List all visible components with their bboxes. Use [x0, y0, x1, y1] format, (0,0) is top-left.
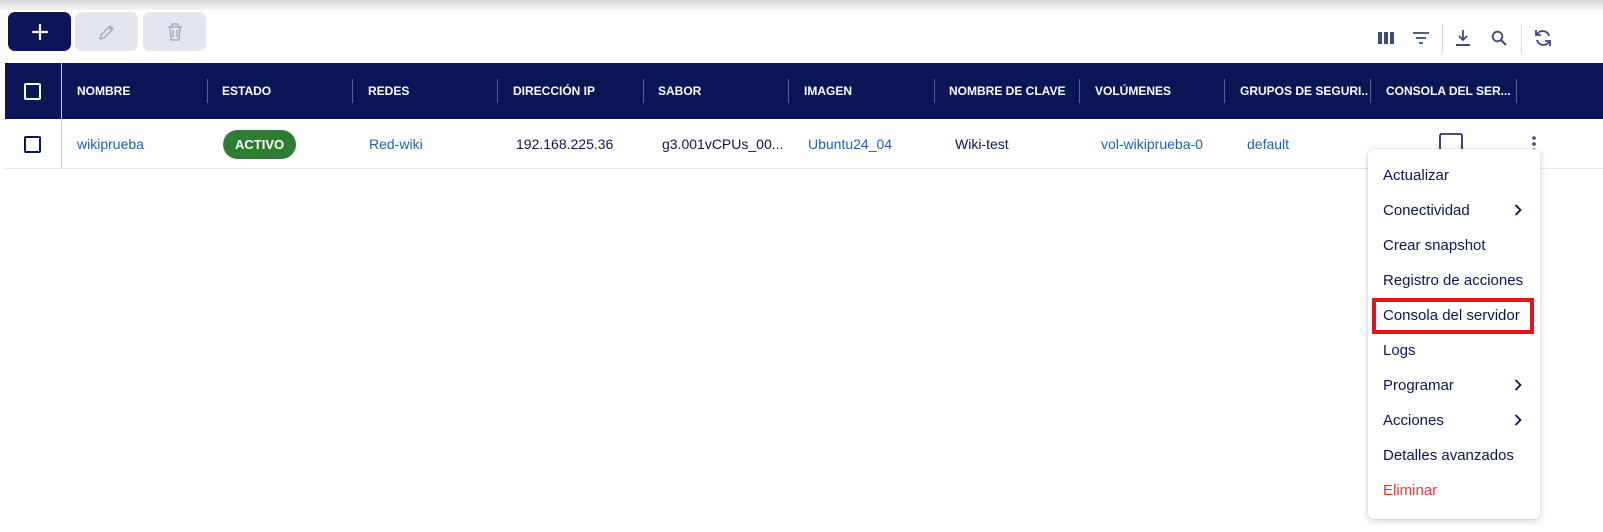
menu-item-conectividad[interactable]: Conectividad: [1368, 193, 1540, 228]
column-separator: [788, 79, 789, 103]
header-imagen[interactable]: IMAGEN: [804, 63, 932, 119]
download-icon: [1456, 30, 1470, 46]
column-separator: [934, 79, 935, 103]
menu-item-label: Eliminar: [1383, 482, 1438, 499]
menu-item-detalles-avanzados[interactable]: Detalles avanzados: [1368, 438, 1540, 473]
column-separator: [497, 79, 498, 103]
cell-estado: ACTIVO: [223, 119, 297, 169]
chevron-right-icon: [1514, 204, 1522, 216]
header-consola[interactable]: CONSOLA DEL SER...: [1386, 63, 1512, 119]
servers-table: NOMBRE ESTADO REDES DIRECCIÓN IP SABOR I…: [5, 63, 1603, 169]
download-button[interactable]: [1451, 26, 1475, 50]
status-badge: ACTIVO: [223, 129, 297, 159]
cell-redes[interactable]: Red-wiki: [369, 119, 423, 169]
trash-icon: [167, 22, 182, 41]
column-separator: [352, 79, 353, 103]
cell-sabor: g3.001vCPUs_00...: [662, 136, 784, 152]
row-actions-menu: Actualizar Conectividad Crear snapshot R…: [1368, 149, 1540, 519]
header-sabor[interactable]: SABOR: [658, 63, 786, 119]
cell-ip: 192.168.225.36: [516, 136, 614, 152]
search-icon: [1491, 30, 1507, 46]
table-row[interactable]: wikiprueba ACTIVO Red-wiki 192.168.225.3…: [5, 119, 1603, 169]
column-separator: [1516, 79, 1517, 103]
header-estado[interactable]: ESTADO: [222, 63, 350, 119]
column-separator: [1079, 79, 1080, 103]
columns-button[interactable]: [1374, 26, 1398, 50]
table-header: NOMBRE ESTADO REDES DIRECCIÓN IP SABOR I…: [5, 63, 1603, 119]
cell-imagen[interactable]: Ubuntu24_04: [808, 119, 892, 169]
menu-item-registro-acciones[interactable]: Registro de acciones: [1368, 263, 1540, 298]
top-shadow: [0, 0, 1603, 10]
column-separator: [207, 79, 208, 103]
column-separator: [1370, 79, 1371, 103]
header-redes[interactable]: REDES: [368, 63, 496, 119]
select-all-cell[interactable]: [24, 63, 41, 119]
chevron-right-icon: [1514, 414, 1522, 426]
header-nombre[interactable]: NOMBRE: [77, 63, 205, 119]
menu-item-logs[interactable]: Logs: [1368, 333, 1540, 368]
menu-item-acciones[interactable]: Acciones: [1368, 403, 1540, 438]
menu-item-label: Registro de acciones: [1383, 272, 1524, 289]
menu-item-label: Acciones: [1383, 412, 1444, 429]
menu-item-eliminar[interactable]: Eliminar: [1368, 473, 1540, 508]
refresh-icon: [1535, 30, 1551, 46]
menu-item-label: Crear snapshot: [1383, 237, 1486, 254]
column-separator: [643, 79, 644, 103]
search-button[interactable]: [1487, 26, 1511, 50]
cell-grupos[interactable]: default: [1247, 119, 1289, 169]
refresh-button[interactable]: [1531, 26, 1555, 50]
menu-item-actualizar[interactable]: Actualizar: [1368, 158, 1540, 193]
toolbar-divider: [1442, 24, 1443, 54]
columns-icon: [1378, 32, 1394, 44]
cell-nombre[interactable]: wikiprueba: [77, 119, 144, 169]
header-volumenes[interactable]: VOLÚMENES: [1095, 63, 1223, 119]
header-grupos[interactable]: GRUPOS DE SEGURI...: [1240, 63, 1368, 119]
cell-clave: Wiki-test: [955, 136, 1009, 152]
chevron-right-icon: [1514, 379, 1522, 391]
select-all-checkbox[interactable]: [24, 82, 41, 100]
header-ip[interactable]: DIRECCIÓN IP: [513, 63, 641, 119]
toolbar: [0, 10, 1603, 62]
row-checkbox[interactable]: [24, 135, 41, 153]
column-separator: [1224, 79, 1225, 103]
cell-volumenes[interactable]: vol-wikiprueba-0: [1101, 119, 1203, 169]
edit-button[interactable]: [75, 12, 138, 51]
menu-item-programar[interactable]: Programar: [1368, 368, 1540, 403]
filter-button[interactable]: [1409, 26, 1433, 50]
header-clave[interactable]: NOMBRE DE CLAVE: [949, 63, 1077, 119]
delete-button[interactable]: [143, 12, 206, 51]
add-button[interactable]: [8, 12, 71, 51]
highlight-box: [1372, 298, 1534, 334]
menu-item-label: Actualizar: [1383, 167, 1449, 184]
row-select-cell[interactable]: [24, 119, 41, 169]
plus-icon: [31, 23, 48, 40]
menu-item-crear-snapshot[interactable]: Crear snapshot: [1368, 228, 1540, 263]
menu-item-label: Programar: [1383, 377, 1454, 394]
menu-item-label: Conectividad: [1383, 202, 1470, 219]
menu-item-label: Detalles avanzados: [1383, 447, 1514, 464]
filter-icon: [1413, 32, 1429, 44]
pencil-icon: [98, 24, 114, 40]
menu-item-label: Logs: [1383, 342, 1416, 359]
toolbar-divider: [1521, 24, 1522, 54]
